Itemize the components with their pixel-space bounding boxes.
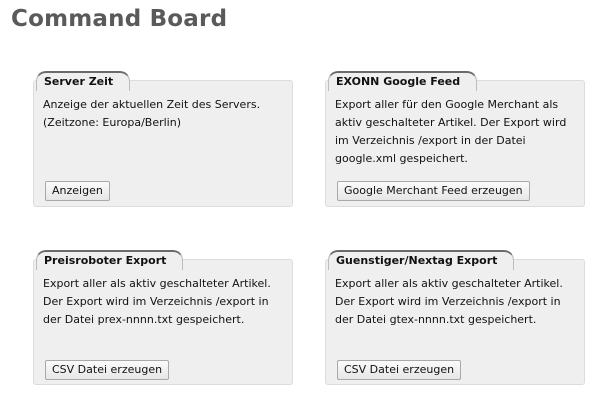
- card-description: Anzeige der aktuellen Zeit des Servers. …: [43, 98, 261, 129]
- card-title: Preisroboter Export: [36, 250, 184, 270]
- generate-csv-gtex-button[interactable]: CSV Datei erzeugen: [337, 360, 462, 380]
- page-title: Command Board: [11, 6, 228, 32]
- card-title: Server Zeit: [36, 71, 131, 91]
- card-preisroboter-export: Preisroboter Export Export aller als akt…: [33, 250, 293, 385]
- card-description: Export aller für den Google Merchant als…: [335, 98, 567, 165]
- card-title: Guenstiger/Nextag Export: [328, 250, 515, 270]
- show-time-button[interactable]: Anzeigen: [45, 181, 110, 201]
- card-description: Export aller als aktiv geschalteter Arti…: [335, 277, 563, 326]
- generate-csv-prex-button[interactable]: CSV Datei erzeugen: [45, 360, 170, 380]
- card-google-feed: EXONN Google Feed Export aller für den G…: [325, 71, 585, 207]
- card-title: EXONN Google Feed: [328, 71, 478, 91]
- card-server-zeit: Server Zeit Anzeige der aktuellen Zeit d…: [33, 71, 293, 207]
- generate-google-feed-button[interactable]: Google Merchant Feed erzeugen: [337, 181, 530, 201]
- card-guenstiger-nextag-export: Guenstiger/Nextag Export Export aller al…: [325, 250, 585, 385]
- card-description: Export aller als aktiv geschalteter Arti…: [43, 277, 271, 326]
